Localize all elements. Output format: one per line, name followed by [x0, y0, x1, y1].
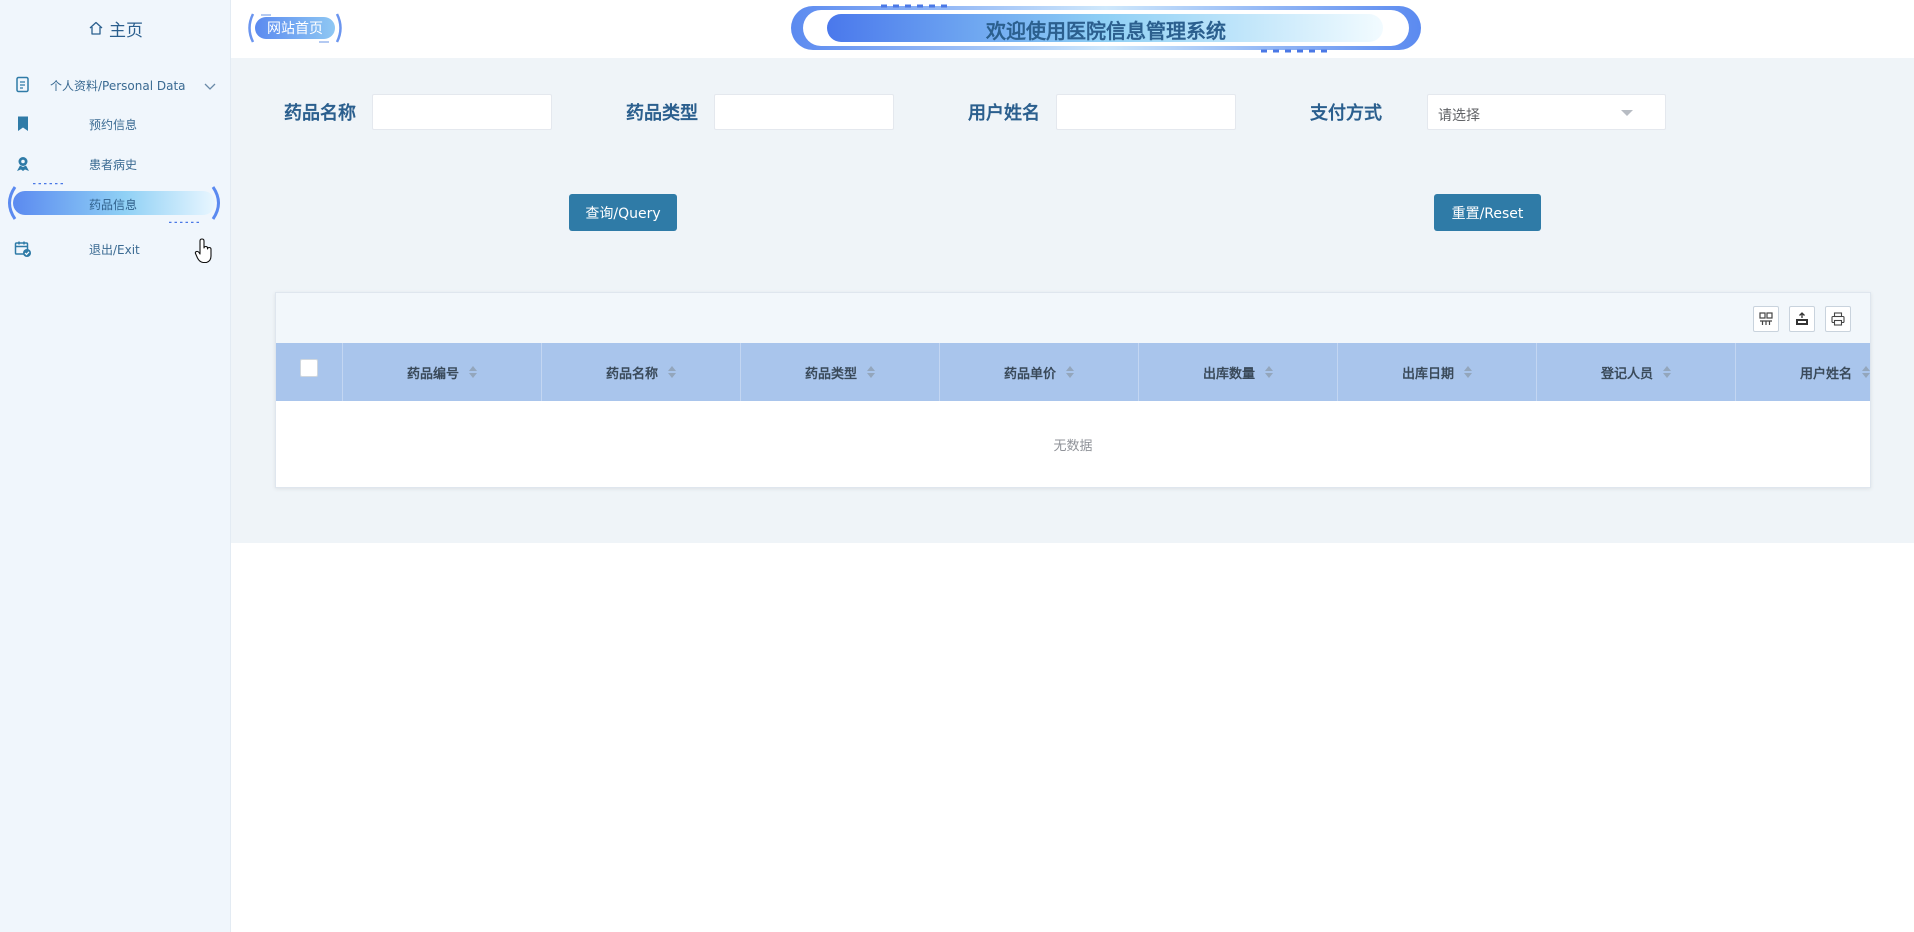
export-icon — [1796, 312, 1808, 325]
table-empty-state: 无数据 — [1053, 438, 1093, 454]
website-home-label: 网站首页 — [267, 21, 323, 37]
medicine-type-input[interactable] — [714, 94, 894, 130]
column-header[interactable]: 出库日期 — [1338, 343, 1537, 401]
column-header[interactable]: 药品类型 — [741, 343, 940, 401]
sort-icon — [1464, 366, 1472, 378]
sidebar-home-link[interactable]: 主页 — [0, 14, 231, 42]
bookmark-icon — [18, 116, 28, 131]
column-header-label: 用户姓名 — [1799, 366, 1852, 382]
sidebar-item-personal-data[interactable]: 个人资料/Personal Data — [0, 66, 231, 102]
column-header[interactable]: 药品编号 — [343, 343, 542, 401]
column-header-label: 药品名称 — [605, 366, 658, 382]
column-header-label: 登记人员 — [1600, 366, 1653, 382]
payment-method-select[interactable]: 请选择 — [1427, 94, 1666, 130]
column-header-label: 出库日期 — [1401, 366, 1454, 382]
table-toolbar — [276, 293, 1870, 343]
sidebar-home-label: 主页 — [109, 20, 143, 41]
sidebar-item-label: 患者病史 — [89, 158, 138, 172]
payment-method-placeholder: 请选择 — [1438, 108, 1480, 124]
column-header[interactable]: 登记人员 — [1537, 343, 1736, 401]
calendar-check-icon — [14, 241, 31, 257]
system-title: 欢迎使用医院信息管理系统 — [986, 19, 1226, 43]
sidebar-item-medicine-info[interactable]: 药品信息 — [0, 183, 231, 223]
query-button[interactable]: 查询/Query — [569, 194, 677, 231]
columns-filter-button[interactable] — [1753, 306, 1779, 332]
sort-icon — [1265, 366, 1273, 378]
sort-icon — [1862, 366, 1870, 378]
medicine-table: 药品编号 药品名称 药品类型 药品单价 出库数量 出库日期 登记人员 用户姓名 … — [275, 292, 1871, 488]
sidebar-item-label: 退出/Exit — [89, 243, 140, 257]
sort-icon — [469, 366, 477, 378]
website-home-link[interactable]: 网站首页 — [247, 10, 343, 46]
medicine-name-label: 药品名称 — [284, 103, 356, 124]
column-header-label: 药品单价 — [1003, 366, 1056, 382]
sidebar-item-label: 药品信息 — [89, 198, 138, 212]
column-header[interactable]: 出库数量 — [1139, 343, 1338, 401]
sidebar-item-patient-history[interactable]: 患者病史 — [0, 145, 231, 181]
user-name-input[interactable] — [1056, 94, 1236, 130]
medicine-type-label: 药品类型 — [626, 103, 698, 124]
select-all-checkbox[interactable] — [300, 359, 318, 377]
top-header: 网站首页 欢迎使用医院信息管理系统 — [231, 0, 1914, 58]
title-banner: 欢迎使用医院信息管理系统 — [789, 2, 1423, 54]
column-header-label: 药品编号 — [406, 366, 459, 382]
sort-icon — [1066, 366, 1074, 378]
sort-icon — [668, 366, 676, 378]
reset-button[interactable]: 重置/Reset — [1434, 194, 1541, 231]
print-icon — [1831, 312, 1845, 326]
payment-method-label: 支付方式 — [1310, 103, 1382, 124]
sidebar-item-label: 预约信息 — [89, 118, 138, 132]
medicine-name-input[interactable] — [372, 94, 552, 130]
chevron-down-icon[interactable] — [203, 79, 217, 93]
sidebar-item-appointments[interactable]: 预约信息 — [0, 105, 231, 141]
hand-cursor-icon — [194, 238, 212, 264]
column-header[interactable]: 用户姓名 — [1736, 343, 1870, 401]
column-header[interactable]: 药品名称 — [542, 343, 741, 401]
column-header-label: 药品类型 — [804, 366, 857, 382]
select-all-cell — [276, 343, 343, 401]
column-header[interactable]: 药品单价 — [940, 343, 1139, 401]
caret-down-icon — [1621, 110, 1633, 116]
sort-icon — [1663, 366, 1671, 378]
sidebar: 主页 个人资料/Personal Data 预约信息 患者病史 药品信息 退出/… — [0, 0, 231, 932]
home-icon — [89, 21, 103, 35]
export-button[interactable] — [1789, 306, 1815, 332]
grid-icon — [1759, 312, 1773, 325]
sort-icon — [867, 366, 875, 378]
column-header-label: 出库数量 — [1202, 366, 1255, 382]
main-content: 药品名称 药品类型 用户姓名 支付方式 请选择 查询/Query 重置/Rese… — [231, 58, 1914, 543]
user-name-label: 用户姓名 — [968, 103, 1040, 124]
document-icon — [16, 76, 29, 93]
sidebar-item-label: 个人资料/Personal Data — [50, 79, 186, 93]
print-button[interactable] — [1825, 306, 1851, 332]
table-header-row: 药品编号 药品名称 药品类型 药品单价 出库数量 出库日期 登记人员 用户姓名 — [276, 343, 1870, 401]
user-badge-icon — [17, 157, 29, 171]
